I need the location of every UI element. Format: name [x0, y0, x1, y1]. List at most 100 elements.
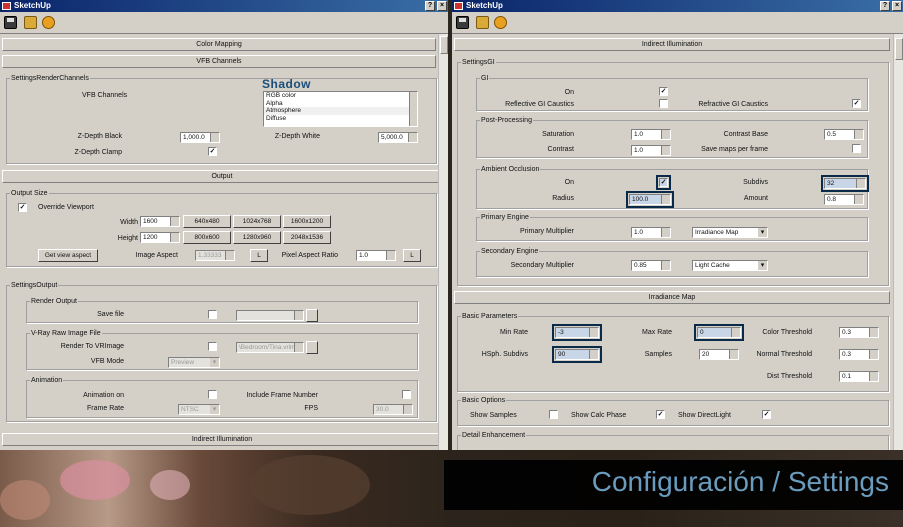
max-rate-spinner[interactable]: 0: [694, 324, 744, 341]
zdepth-white-label: Z-Depth White: [274, 133, 320, 140]
preset-1024x768-button[interactable]: 1024x768: [233, 215, 281, 228]
secondary-multiplier-label: Secondary Multiplier: [510, 262, 574, 269]
saturation-spinner[interactable]: 1.0: [631, 129, 671, 140]
close-button[interactable]: ×: [437, 1, 447, 11]
vfb-mode-dropdown[interactable]: Preview: [168, 357, 220, 368]
left-toolbar: [0, 12, 448, 34]
preset-640x480-button[interactable]: 640x480: [183, 215, 231, 228]
dist-threshold-spinner[interactable]: 0.1: [839, 371, 879, 382]
open-folder-icon[interactable]: [476, 16, 489, 29]
save-maps-checkbox[interactable]: [852, 144, 861, 153]
height-spinner[interactable]: 1200: [140, 232, 180, 243]
open-folder-icon[interactable]: [24, 16, 37, 29]
render-to-vrimage-checkbox[interactable]: [208, 342, 217, 351]
save-icon[interactable]: [456, 16, 469, 29]
animation-on-label: Animation on: [83, 392, 124, 399]
rollout-indirect-illumination[interactable]: Indirect Illumination: [454, 38, 890, 51]
scrollbar-thumb[interactable]: [895, 38, 903, 60]
scrollbar-thumb[interactable]: [440, 36, 448, 54]
gi-on-label: On: [564, 89, 574, 96]
zdepth-black-spinner[interactable]: 1,000.0: [180, 132, 220, 143]
group-title: SettingsRenderChannels: [10, 74, 90, 83]
color-threshold-spinner[interactable]: 0.3: [839, 327, 879, 338]
show-calc-phase-checkbox[interactable]: ✓: [656, 410, 665, 419]
refractive-caustics-label: Refractive GI Caustics: [698, 101, 768, 108]
pixel-aspect-lock-button[interactable]: L: [403, 249, 421, 262]
left-settings-window: SketchUp ? × Color Mapping VFB Channels S…: [0, 0, 448, 450]
override-viewport-checkbox[interactable]: ✓: [18, 203, 27, 212]
help-button[interactable]: ?: [425, 1, 435, 11]
preset-1280x960-button[interactable]: 1280x960: [233, 231, 281, 244]
close-button[interactable]: ×: [892, 1, 902, 11]
save-file-browse-button[interactable]: [306, 309, 318, 322]
ao-on-checkbox[interactable]: ✓: [656, 175, 671, 190]
secondary-engine-dropdown[interactable]: Light Cache: [692, 260, 768, 271]
contrast-spinner[interactable]: 1.0: [631, 145, 671, 156]
group-title: Basic Parameters: [461, 312, 519, 321]
ao-subdivs-spinner[interactable]: 32: [821, 175, 869, 192]
image-aspect-lock-button[interactable]: L: [250, 249, 268, 262]
rollout-output[interactable]: Output: [2, 170, 442, 183]
primary-multiplier-spinner[interactable]: 1.0: [631, 227, 671, 238]
list-item[interactable]: Atmosphere: [264, 107, 417, 115]
reflective-caustics-checkbox[interactable]: [659, 99, 668, 108]
save-icon[interactable]: [4, 16, 17, 29]
help-button[interactable]: ?: [880, 1, 890, 11]
zdepth-white-spinner[interactable]: 5,000.0: [378, 132, 418, 143]
right-window-title: SketchUp: [466, 1, 503, 10]
vfb-channels-label: VFB Channels: [82, 92, 128, 99]
image-aspect-spinner[interactable]: 1.33333: [195, 250, 235, 261]
preset-2048x1536-button[interactable]: 2048x1536: [283, 231, 331, 244]
list-item[interactable]: Alpha: [264, 100, 417, 108]
animation-on-checkbox[interactable]: [208, 390, 217, 399]
get-view-aspect-button[interactable]: Get view aspect: [38, 249, 98, 262]
list-scrollbar[interactable]: [409, 92, 417, 126]
pixel-aspect-spinner[interactable]: 1.0: [356, 250, 396, 261]
vfb-channel-list[interactable]: RGB color Alpha Atmosphere Diffuse: [263, 91, 418, 127]
samples-spinner[interactable]: 20: [699, 349, 739, 360]
normal-threshold-spinner[interactable]: 0.3: [839, 349, 879, 360]
gi-on-checkbox[interactable]: ✓: [659, 87, 668, 96]
ao-subdivs-label: Subdivs: [743, 179, 768, 186]
vrimage-path[interactable]: \Bedroom/Tina.vrimg: [236, 342, 304, 353]
right-scrollbar[interactable]: [893, 34, 903, 450]
show-samples-checkbox[interactable]: [549, 410, 558, 419]
left-scrollbar[interactable]: [438, 34, 448, 450]
zdepth-clamp-checkbox[interactable]: ✓: [208, 147, 217, 156]
vrimage-browse-button[interactable]: [306, 341, 318, 354]
contrast-base-spinner[interactable]: 0.5: [824, 129, 864, 140]
primary-engine-dropdown[interactable]: Irradiance Map: [692, 227, 768, 238]
ao-amount-spinner[interactable]: 0.8: [824, 194, 864, 205]
show-directlight-checkbox[interactable]: ✓: [762, 410, 771, 419]
list-item[interactable]: RGB color: [264, 92, 417, 100]
primary-multiplier-label: Primary Multiplier: [519, 228, 574, 235]
include-frame-checkbox[interactable]: [402, 390, 411, 399]
rollout-irradiance-map[interactable]: Irradiance Map: [454, 291, 890, 304]
width-spinner[interactable]: 1600: [140, 216, 180, 227]
rollout-vfb-channels[interactable]: VFB Channels: [2, 55, 436, 68]
left-window-title: SketchUp: [14, 1, 51, 10]
preset-800x600-button[interactable]: 800x600: [183, 231, 231, 244]
group-basic-options: Basic Options: [457, 396, 889, 426]
show-samples-label: Show Samples: [470, 412, 517, 419]
hsph-subdivs-spinner[interactable]: 90: [552, 346, 602, 363]
render-icon[interactable]: [42, 16, 55, 29]
rollout-indirect-illumination[interactable]: Indirect Illumination: [2, 433, 442, 446]
secondary-multiplier-spinner[interactable]: 0.85: [631, 260, 671, 271]
list-item[interactable]: Diffuse: [264, 115, 417, 123]
save-file-path[interactable]: [236, 310, 304, 321]
min-rate-spinner[interactable]: -3: [552, 324, 602, 341]
fps-spinner[interactable]: 30.0: [373, 404, 413, 415]
sketchup-app-icon: [2, 2, 11, 10]
frame-rate-dropdown[interactable]: NTSC: [178, 404, 220, 415]
refractive-caustics-checkbox[interactable]: ✓: [852, 99, 861, 108]
render-icon[interactable]: [494, 16, 507, 29]
max-rate-label: Max Rate: [642, 329, 672, 336]
save-file-checkbox[interactable]: [208, 310, 217, 319]
group-title: SettingsGI: [461, 58, 496, 67]
preset-1600x1200-button[interactable]: 1600x1200: [283, 215, 331, 228]
width-label: Width: [120, 219, 138, 226]
save-maps-label: Save maps per frame: [701, 146, 768, 153]
ao-radius-spinner[interactable]: 100.0: [626, 191, 674, 208]
rollout-color-mapping[interactable]: Color Mapping: [2, 38, 436, 51]
